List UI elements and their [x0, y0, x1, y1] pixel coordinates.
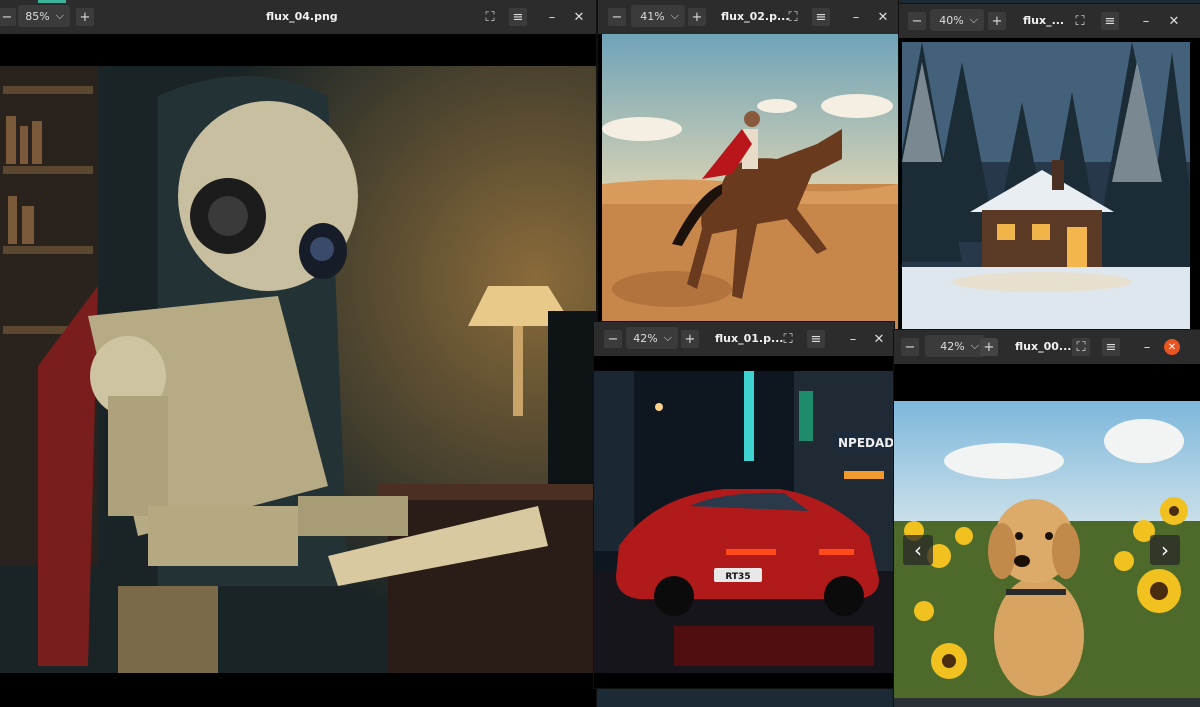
chevron-left-icon[interactable]: ‹ — [903, 535, 933, 565]
window-title: flux_04.png — [266, 10, 338, 23]
image-viewer-window-flux03: − 40% ⌵ + flux_... ⛶ ≡ – ✕ — [899, 4, 1200, 330]
minimize-icon[interactable]: – — [1138, 338, 1156, 356]
window-header: − 42% ⌵ + flux_00.... ⛶ ≡ – ✕ — [894, 330, 1200, 364]
fullscreen-icon[interactable]: ⛶ — [784, 8, 802, 26]
window-header: − 41% ⌵ + flux_02.p... ⛶ ≡ – ✕ — [598, 0, 898, 34]
zoom-dropdown[interactable]: 40% ⌵ — [930, 9, 984, 31]
zoom-in-button[interactable]: + — [681, 330, 699, 348]
image-snowy-cabin-forest — [902, 42, 1190, 330]
zoom-value: 40% — [939, 13, 964, 27]
window-title: flux_... — [1023, 14, 1065, 27]
close-icon[interactable]: ✕ — [570, 8, 588, 26]
zoom-dropdown[interactable]: 85% ⌵ — [18, 5, 70, 27]
close-icon[interactable]: ✕ — [1164, 339, 1180, 355]
image-viewer-window-flux00: − 42% ⌵ + flux_00.... ⛶ ≡ – ✕ ‹ › — [894, 330, 1200, 707]
zoom-in-button[interactable]: + — [980, 338, 998, 356]
window-title: flux_01.p... — [715, 332, 784, 345]
close-icon[interactable]: ✕ — [870, 330, 888, 348]
minimize-icon[interactable]: – — [844, 330, 862, 348]
fullscreen-icon[interactable]: ⛶ — [481, 8, 499, 26]
chevron-down-icon: ⌵ — [670, 9, 679, 22]
minimize-icon[interactable]: – — [1137, 12, 1155, 30]
hamburger-menu-icon[interactable]: ≡ — [1102, 338, 1120, 356]
zoom-in-button[interactable]: + — [988, 12, 1006, 30]
hamburger-menu-icon[interactable]: ≡ — [509, 8, 527, 26]
zoom-out-button[interactable]: − — [608, 8, 626, 26]
window-header: − 40% ⌵ + flux_... ⛶ ≡ – ✕ — [899, 4, 1200, 38]
zoom-out-button[interactable]: − — [604, 330, 622, 348]
window-title: flux_02.p... — [721, 10, 790, 23]
close-icon[interactable]: ✕ — [874, 8, 892, 26]
zoom-out-button[interactable]: − — [908, 12, 926, 30]
fullscreen-icon[interactable]: ⛶ — [1072, 338, 1090, 356]
fullscreen-icon[interactable]: ⛶ — [779, 330, 797, 348]
hamburger-menu-icon[interactable]: ≡ — [1101, 12, 1119, 30]
chevron-right-icon[interactable]: › — [1150, 535, 1180, 565]
zoom-in-button[interactable]: + — [688, 8, 706, 26]
hamburger-menu-icon[interactable]: ≡ — [812, 8, 830, 26]
zoom-out-button[interactable]: − — [901, 338, 919, 356]
image-rider-on-horse-desert — [602, 34, 898, 330]
zoom-in-button[interactable]: + — [76, 8, 94, 26]
zoom-dropdown[interactable]: 41% ⌵ — [631, 5, 685, 27]
zoom-value: 41% — [640, 9, 665, 23]
license-plate: RT35 — [725, 572, 750, 582]
chevron-down-icon: ⌵ — [969, 13, 978, 26]
minimize-icon[interactable]: – — [543, 8, 561, 26]
window-header: − 85% ⌵ + flux_04.png ⛶ ≡ – ✕ — [0, 0, 596, 34]
zoom-value: 85% — [25, 9, 50, 23]
image-red-sports-car-city-night: NPEDAD RT35 — [594, 371, 894, 673]
window-header: − 42% ⌵ + flux_01.p... ⛶ ≡ – ✕ — [594, 322, 894, 356]
window-title: flux_00.... — [1015, 340, 1076, 353]
hamburger-menu-icon[interactable]: ≡ — [807, 330, 825, 348]
fullscreen-icon[interactable]: ⛶ — [1071, 12, 1089, 30]
zoom-out-button[interactable]: − — [0, 8, 16, 26]
accent-strip — [38, 0, 66, 3]
zoom-dropdown[interactable]: 42% ⌵ — [626, 327, 678, 349]
chevron-down-icon: ⌵ — [55, 9, 64, 22]
image-viewer-window-flux04: − 85% ⌵ + flux_04.png ⛶ ≡ – ✕ — [0, 0, 596, 707]
image-viewer-window-flux02: − 41% ⌵ + flux_02.p... ⛶ ≡ – ✕ — [598, 0, 898, 330]
chevron-down-icon: ⌵ — [970, 339, 979, 352]
image-viewer-window-flux01: − 42% ⌵ + flux_01.p... ⛶ ≡ – ✕ NPEDAD RT3… — [594, 322, 894, 688]
zoom-dropdown[interactable]: 42% ⌵ — [925, 335, 985, 357]
close-icon[interactable]: ✕ — [1165, 12, 1183, 30]
zoom-value: 42% — [633, 331, 658, 345]
shop-sign: NPEDAD — [838, 436, 894, 450]
window-footer — [0, 673, 596, 707]
chevron-down-icon: ⌵ — [663, 331, 672, 344]
image-robot-reading-book — [0, 66, 596, 673]
window-bottom-edge — [894, 698, 1200, 707]
minimize-icon[interactable]: – — [847, 8, 865, 26]
zoom-value: 42% — [940, 339, 965, 353]
